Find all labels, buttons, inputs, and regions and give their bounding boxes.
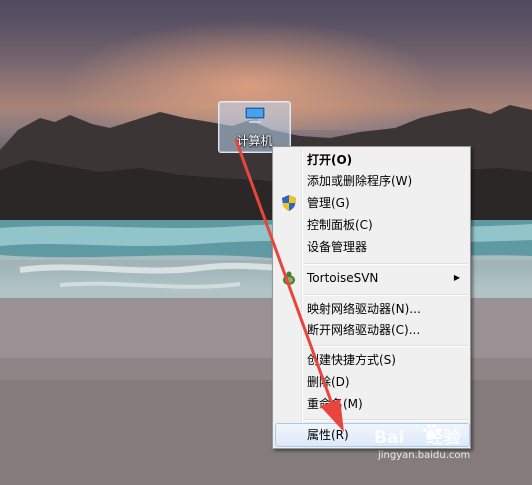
watermark-url: jingyan.baidu.com [378, 450, 471, 461]
watermark-brand-left: Bai [374, 428, 405, 448]
arrow-head [320, 399, 344, 432]
arrow-shaft [234, 138, 334, 406]
baidu-paw-logo [423, 424, 440, 440]
red-arrow-annotation [234, 138, 344, 432]
desktop: 计算机 打开(O) 添加或删除程序(W) 管理(G) 控制面板(C) 设备管理器 [0, 0, 532, 485]
watermark-brand: Bai 经验 [374, 423, 460, 448]
baidu-watermark: Bai 经验 jingyan.baidu.com [374, 417, 504, 467]
